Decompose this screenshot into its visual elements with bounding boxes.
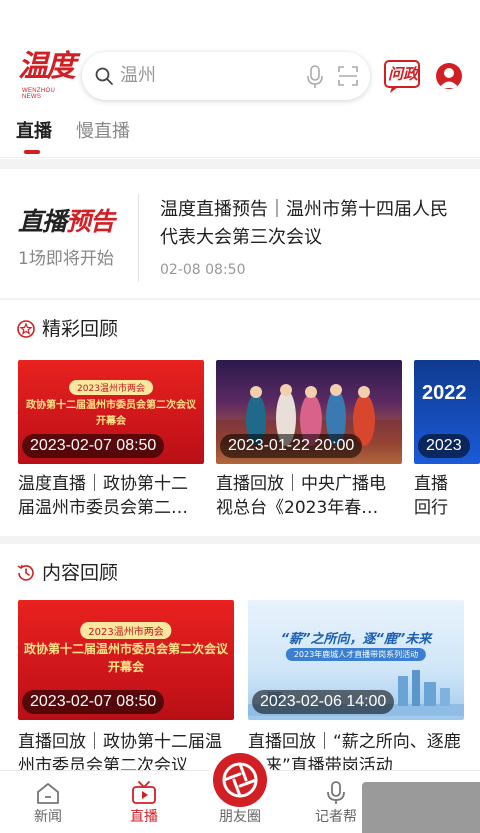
search-bar[interactable]: 温州 bbox=[82, 52, 370, 100]
preview-separator bbox=[138, 194, 139, 282]
card-thumbnail: 2022 2023 bbox=[414, 360, 480, 464]
banner-sub: 开幕会 bbox=[107, 660, 145, 674]
time-badge: 2023-01-22 20:00 bbox=[220, 434, 363, 458]
preview-count: 1场即将开始 bbox=[18, 249, 114, 269]
section-divider bbox=[0, 159, 480, 169]
highlight-card-1[interactable]: 2023温州市两会 政协第十二届温州市委员会第二次会议 开幕会 2023-02-… bbox=[18, 360, 204, 522]
card-thumbnail: “薪”之所向，逐“鹿”未来 2023年鹿城人才直播带岗系列活动 2023-02-… bbox=[248, 600, 464, 720]
nav-label-reporter: 记者帮 bbox=[315, 809, 357, 825]
floating-overlay[interactable] bbox=[362, 782, 480, 833]
home-icon bbox=[37, 783, 59, 804]
live-preview-card[interactable]: 直播预告 1场即将开始 温度直播预告｜温州市第十四届人民代表大会第三次会议 02… bbox=[0, 178, 480, 298]
user-icon bbox=[439, 68, 459, 88]
highlight-card-2[interactable]: 2023-01-22 20:00 直播回放｜中央广播电视总台《2023年春… bbox=[216, 360, 402, 522]
search-input[interactable]: 温州 bbox=[120, 64, 156, 88]
live-tv-icon bbox=[132, 781, 156, 804]
section-divider bbox=[0, 536, 480, 544]
top-tabs: 直播 慢直播 bbox=[0, 112, 480, 158]
time-badge: 2023 bbox=[418, 434, 470, 458]
preview-headline[interactable]: 温度直播预告｜温州市第十四届人民代表大会第三次会议 bbox=[160, 196, 460, 252]
highlights-label: 精彩回顾 bbox=[42, 318, 119, 340]
tab-live[interactable]: 直播 bbox=[16, 120, 52, 144]
card-title: 直播回行业耶 bbox=[414, 474, 448, 518]
aperture-icon bbox=[222, 762, 258, 798]
banner-main: 政协第十二届温州市委员会第二次会议 bbox=[26, 400, 196, 411]
nav-label-news: 新闻 bbox=[34, 809, 62, 825]
card-title: 直播回放｜中央广播电视总台《2023年春… bbox=[216, 474, 386, 518]
banner-main: 政协第十二届温州市委员会第二次会议 bbox=[23, 642, 229, 656]
replay-card-1[interactable]: 2023温州市两会 政协第十二届温州市委员会第二次会议 开幕会 2023-02-… bbox=[18, 600, 234, 770]
scan-icon[interactable] bbox=[338, 66, 358, 86]
nav-item-live[interactable]: 直播 bbox=[114, 777, 174, 831]
avatar[interactable] bbox=[436, 63, 462, 89]
time-badge: 2023-02-07 08:50 bbox=[22, 690, 165, 714]
preview-title-part1: 直播 bbox=[18, 207, 67, 236]
camera-aperture-bg bbox=[213, 753, 267, 807]
replay-label: 内容回顾 bbox=[42, 562, 119, 584]
banner-top-tag: 2023温州市两会 bbox=[80, 622, 172, 639]
preview-time: 02-08 08:50 bbox=[160, 262, 246, 278]
banner-top-tag: 2023温州市两会 bbox=[69, 380, 153, 395]
banner-sub: 2023年鹿城人才直播带岗系列活动 bbox=[285, 648, 427, 661]
card-title: 直播回放｜政协第十二届温州市委员会第二次会议 bbox=[18, 732, 222, 770]
card-thumbnail: 2023温州市两会 政协第十二届温州市委员会第二次会议 开幕会 2023-02-… bbox=[18, 600, 234, 720]
nav-item-news[interactable]: 新闻 bbox=[18, 777, 78, 831]
nav-label-friends: 朋友圈 bbox=[219, 809, 261, 825]
banner-sub: 开幕会 bbox=[96, 416, 126, 427]
microphone-icon[interactable] bbox=[306, 64, 324, 90]
wenzheng-button[interactable]: 问政 bbox=[384, 58, 422, 94]
preview-title: 直播预告 bbox=[18, 206, 115, 238]
star-badge-icon bbox=[17, 320, 35, 338]
nav-item-reporter[interactable]: 记者帮 bbox=[306, 777, 366, 831]
microphone-icon bbox=[327, 781, 345, 804]
card-title: 温度直播｜政协第十二届温州市委员会第二… bbox=[18, 474, 188, 518]
logo-text: 温度 bbox=[18, 49, 76, 84]
friends-circle-button[interactable] bbox=[208, 748, 272, 812]
logo-subtext: WENZHOU NEWS bbox=[22, 88, 56, 100]
wenzheng-label: 问政 bbox=[388, 65, 419, 83]
banner-main: “薪”之所向，逐“鹿”未来 bbox=[280, 632, 432, 647]
time-badge: 2023-02-07 08:50 bbox=[22, 434, 165, 458]
highlight-card-3[interactable]: 2022 2023 直播回行业耶 bbox=[414, 360, 480, 522]
card-title: 直播回放｜“薪之所向、逐鹿未来”直播带岗活动 bbox=[248, 732, 461, 770]
card-thumbnail: 2023-01-22 20:00 bbox=[216, 360, 402, 464]
tab-slow-live[interactable]: 慢直播 bbox=[76, 120, 130, 144]
nav-label-live: 直播 bbox=[130, 809, 158, 825]
search-icon bbox=[95, 67, 113, 85]
banner-main: 2022 bbox=[422, 382, 467, 404]
app-logo[interactable]: 温度 WENZHOU NEWS bbox=[18, 50, 76, 102]
time-badge: 2023-02-06 14:00 bbox=[252, 690, 395, 714]
replay-card-2[interactable]: “薪”之所向，逐“鹿”未来 2023年鹿城人才直播带岗系列活动 2023-02-… bbox=[248, 600, 464, 770]
preview-title-part2: 预告 bbox=[66, 207, 115, 236]
app-header: 温度 WENZHOU NEWS 温州 问政 bbox=[0, 0, 480, 110]
history-clock-icon bbox=[17, 564, 34, 581]
card-thumbnail: 2023温州市两会 政协第十二届温州市委员会第二次会议 开幕会 2023-02-… bbox=[18, 360, 204, 464]
active-tab-indicator bbox=[24, 150, 40, 154]
section-divider-thin bbox=[0, 298, 480, 300]
